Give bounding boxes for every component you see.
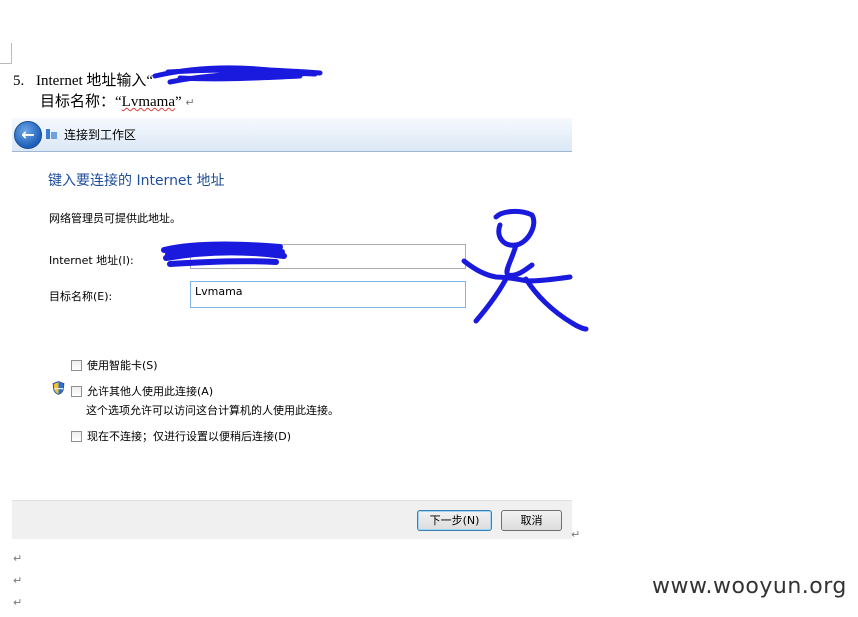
return-mark-2: ↵ [13, 574, 23, 587]
uac-shield-icon [52, 381, 65, 395]
navigation-bar: ← 连接到工作区 [12, 118, 572, 152]
allow-others-checkbox[interactable] [71, 385, 82, 397]
doc-target-line: 目标名称：“Lvmama” ↵ [40, 90, 195, 111]
dialog-heading: 键入要连接的 Internet 地址 [48, 173, 225, 189]
cancel-button[interactable]: 取消 [501, 510, 562, 531]
next-button[interactable]: 下一步(N) [417, 510, 492, 531]
redaction-scribble-top [152, 65, 323, 85]
back-arrow-icon[interactable]: ← [14, 121, 42, 149]
target-name-label: 目标名称(E): [49, 290, 113, 303]
window-title: 连接到工作区 [64, 128, 137, 142]
target-prefix: 目标名称：“ [40, 94, 122, 110]
return-mark-footer: ↵ [571, 528, 581, 541]
connect-later-option[interactable]: 现在不连接；仅进行设置以便稍后连接(D) [71, 428, 291, 444]
stick-figure-doodle [461, 208, 589, 332]
allow-others-label: 允许其他人使用此连接(A) [87, 385, 214, 398]
connect-later-label: 现在不连接；仅进行设置以便稍后连接(D) [87, 430, 292, 443]
step-number: 5. [13, 73, 25, 89]
target-name-input[interactable]: Lvmama [190, 281, 466, 308]
dialog-footer: 下一步(N) 取消 [12, 500, 572, 539]
return-mark: ↵ [185, 96, 195, 109]
return-mark-1: ↵ [13, 552, 23, 565]
smartcard-checkbox[interactable] [71, 359, 82, 371]
page-corner-mark [0, 43, 12, 64]
doc-step-line: 5. Internet 地址输入“ [13, 69, 153, 90]
target-value: Lvmama [121, 94, 175, 110]
internet-address-label: Internet 地址(I): [49, 254, 134, 267]
connect-later-checkbox[interactable] [71, 430, 82, 442]
return-mark-3: ↵ [13, 596, 23, 609]
allow-others-option[interactable]: 允许其他人使用此连接(A) [71, 383, 213, 399]
step-text: Internet 地址输入“ [36, 73, 154, 89]
smartcard-label: 使用智能卡(S) [87, 359, 158, 372]
watermark: www.wooyun.org [652, 574, 847, 599]
smartcard-option[interactable]: 使用智能卡(S) [71, 357, 158, 373]
allow-others-note: 这个选项允许可以访问这台计算机的人使用此连接。 [86, 404, 339, 417]
dialog-description: 网络管理员可提供此地址。 [49, 212, 181, 225]
redaction-scribble-address [161, 241, 287, 267]
target-suffix: ” [175, 94, 182, 110]
workspace-icon [46, 129, 57, 139]
